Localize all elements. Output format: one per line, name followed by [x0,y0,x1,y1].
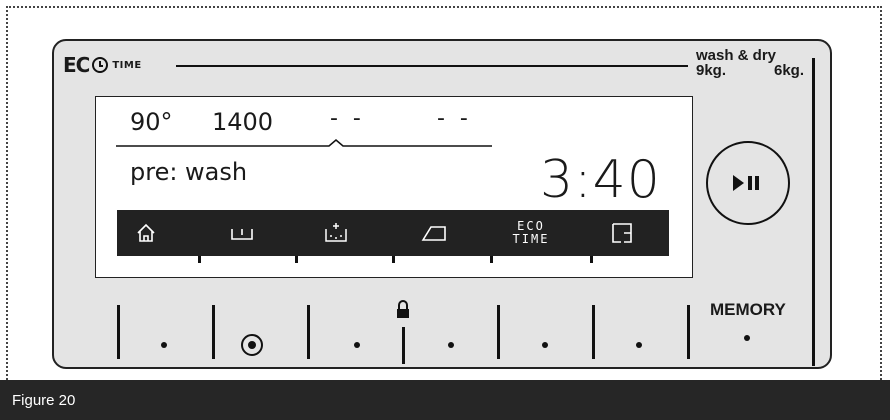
icon-bar-tick [295,256,298,263]
play-pause-icon [733,175,759,191]
eco-time-button[interactable]: ECO TIME [499,210,563,256]
button-divider [402,327,405,364]
button-5-dot[interactable] [542,342,548,348]
start-pause-button[interactable] [706,141,790,225]
temperature-value: 90° [130,108,173,136]
remaining-time: 3:40 [540,150,661,210]
icon-bar-tick [590,256,593,263]
delay-timer-icon[interactable] [607,210,637,256]
capacity-title: wash & dry [696,47,777,64]
eco-time-line2: TIME [512,232,550,246]
clock-icon [92,57,109,73]
icon-bar-tick [198,256,201,263]
option-4-value: - - [437,106,472,131]
program-icon-bar: ECO TIME [117,210,669,256]
figure-caption: Figure 20 [12,392,76,409]
spin-value: 1400 [212,108,274,136]
prewash-icon[interactable] [321,210,351,256]
memory-button-dot[interactable] [744,335,750,341]
program-label: pre: wash [130,158,248,186]
button-divider [307,305,310,359]
target-icon[interactable] [241,334,263,356]
iron-icon[interactable] [417,210,451,256]
eco-logo-text: EC [63,53,90,77]
eco-logo-line [176,65,688,67]
capacity-label: wash & dry 9kg. 6kg. [696,48,806,78]
button-divider [497,305,500,359]
memory-label: MEMORY [710,300,786,319]
dry-capacity: 6kg. [773,62,804,79]
button-6-dot[interactable] [636,342,642,348]
eco-time-logo: EC TIME [63,53,142,77]
button-1-dot[interactable] [161,342,167,348]
icon-bar-tick [392,256,395,263]
selection-line [116,139,492,147]
button-3-dot[interactable] [354,342,360,348]
button-4-dot[interactable] [448,342,454,348]
button-divider [212,305,215,359]
eco-logo-time: TIME [112,59,142,71]
home-icon[interactable] [131,210,161,256]
button-divider [592,305,595,359]
button-divider [687,305,690,359]
basket-icon[interactable] [227,210,257,256]
lock-icon [397,300,409,318]
panel-right-line [812,58,815,366]
wash-capacity: 9kg. [696,62,727,79]
option-3-value: - - [330,106,365,131]
button-divider [117,305,120,359]
caption-bar [0,380,890,420]
icon-bar-tick [490,256,493,263]
